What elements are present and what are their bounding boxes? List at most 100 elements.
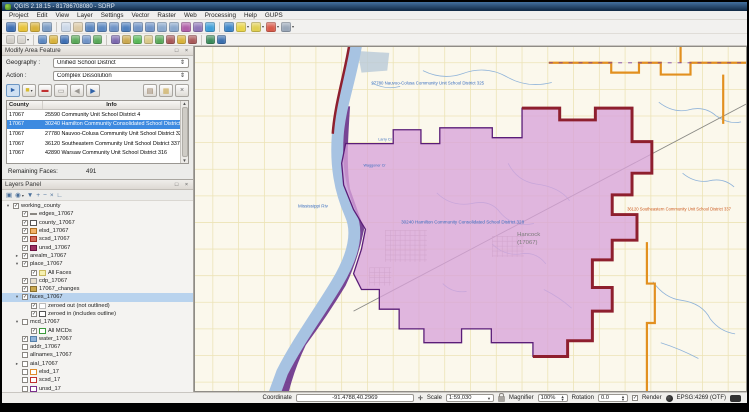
pan-hand-icon[interactable] (73, 22, 83, 32)
menu-edit[interactable]: Edit (33, 12, 52, 19)
layer-cdp-17067[interactable]: ✓cdp_17067 (2, 277, 193, 285)
layer-elsd-17[interactable]: elsd_17 (2, 368, 193, 376)
layer-arealm-17067[interactable]: ▸✓arealm_17067 (2, 252, 193, 260)
zoom-out-icon[interactable] (97, 22, 107, 32)
close-panel-icon[interactable]: × (183, 48, 190, 54)
expander-icon[interactable]: ▾ (14, 294, 20, 300)
layer-water-17067[interactable]: ✓water_17067 (2, 335, 193, 343)
crs-globe-icon[interactable] (666, 395, 673, 402)
menu-settings[interactable]: Settings (97, 12, 128, 19)
menu-web[interactable]: Web (180, 12, 201, 19)
zoom-in-icon[interactable] (85, 22, 95, 32)
pencil-edit-icon[interactable] (30, 22, 40, 32)
identify-icon[interactable] (224, 22, 234, 32)
geocode-icon[interactable] (206, 35, 215, 44)
zoom-native-icon[interactable] (109, 22, 119, 32)
measure-icon[interactable]: ▾ (281, 22, 294, 32)
filter-legend-icon[interactable]: ▼ (27, 192, 33, 199)
open-project-icon[interactable] (155, 35, 164, 44)
layer-elsd-17067[interactable]: ✓elsd_17067 (2, 227, 193, 235)
spinner-icon[interactable]: ▲▼ (621, 395, 625, 401)
layer-all-mcds[interactable]: ✓All MCDs (2, 326, 193, 334)
touch-zoom-icon[interactable] (61, 22, 71, 32)
layer-checkbox[interactable] (22, 377, 28, 383)
undock-icon[interactable]: □ (173, 48, 180, 54)
remove-layer-icon[interactable]: × (50, 192, 54, 199)
menu-layer[interactable]: Layer (73, 12, 97, 19)
layer-zeroed-out-not-outlined[interactable]: ✓zeroed out (not outlined) (2, 302, 193, 310)
layer-allnames-17067[interactable]: allnames_17067 (2, 351, 193, 359)
exit-module-icon[interactable] (188, 35, 197, 44)
import-icon[interactable] (166, 35, 175, 44)
layer-checkbox[interactable]: ✓ (22, 211, 28, 217)
expander-icon[interactable]: ▸ (14, 361, 20, 367)
table-header[interactable]: County Info (7, 101, 180, 110)
layer-checkbox[interactable]: ✓ (22, 336, 28, 342)
column-county[interactable]: County (7, 101, 43, 109)
select-arrow-icon[interactable] (6, 35, 15, 44)
zoom-next-icon[interactable] (169, 22, 179, 32)
save-icon[interactable] (6, 22, 16, 32)
summary-button[interactable]: ▤ (143, 84, 157, 97)
new-bookmark-icon[interactable] (181, 22, 191, 32)
layer-checkbox[interactable]: ✓ (31, 328, 37, 334)
layer-checkbox[interactable]: ✓ (22, 236, 28, 242)
address-review-icon[interactable] (122, 35, 131, 44)
layer-checkbox[interactable] (22, 352, 28, 358)
layer-unsd-17067[interactable]: ✓unsd_17067 (2, 243, 193, 251)
layer-all-faces[interactable]: ✓All Faces (2, 268, 193, 276)
layer-checkbox[interactable]: ✓ (22, 261, 28, 267)
rotation-input[interactable]: 0.0 ▲▼ (598, 394, 628, 402)
expander-icon[interactable]: ▸ (14, 253, 20, 259)
pan-map-icon[interactable] (42, 22, 52, 32)
mouse-position-icon[interactable]: ✛ (418, 395, 423, 402)
scroll-thumb[interactable] (182, 107, 188, 157)
validate-icon[interactable] (133, 35, 142, 44)
layer-checkbox[interactable]: ✓ (22, 286, 28, 292)
layer-unsd-17[interactable]: unsd_17 (2, 385, 193, 392)
table-scrollbar[interactable]: ▲ ▼ (180, 101, 188, 163)
expand-all-icon[interactable]: + (36, 192, 40, 199)
lock-scale-icon[interactable] (498, 396, 505, 402)
layer-checkbox[interactable] (22, 369, 28, 375)
layer-checkbox[interactable] (22, 344, 28, 350)
attributes-button[interactable]: ▦ (159, 84, 173, 97)
coordinate-input[interactable]: -91.4788,40.2969 (296, 394, 414, 402)
layer-checkbox[interactable]: ✓ (31, 270, 37, 276)
deselect-features-icon[interactable]: ▾ (251, 22, 264, 32)
undock-icon[interactable]: □ (173, 182, 180, 188)
snapping-options-icon[interactable]: ▾ (17, 35, 29, 44)
current-edits-icon[interactable] (38, 35, 47, 44)
layer-order-icon[interactable]: ∟ (57, 192, 63, 199)
layer-checkbox[interactable]: ✓ (22, 228, 28, 234)
column-info[interactable]: Info (43, 101, 180, 109)
table-row[interactable]: 1706727780 Nauvoo-Colusa Community Unit … (7, 129, 180, 139)
layer-checkbox[interactable]: ✓ (22, 253, 28, 259)
table-row[interactable]: 1706725590 Community Unit School Distric… (7, 110, 180, 120)
spinner-icon[interactable]: ▲▼ (561, 395, 565, 401)
add-group-icon[interactable]: ▣ (6, 191, 12, 199)
layer-place-17067[interactable]: ▾✓place_17067 (2, 260, 193, 268)
layer-checkbox[interactable]: ✓ (13, 203, 19, 209)
layer-edges-17067[interactable]: ✓edges_17067 (2, 210, 193, 218)
layer-checkbox[interactable]: ✓ (22, 245, 28, 251)
layer-scsd-17[interactable]: scsd_17 (2, 376, 193, 384)
layer-checkbox[interactable]: ✓ (22, 278, 28, 284)
previous-button[interactable]: ◀ (70, 84, 84, 97)
expander-icon[interactable]: ▾ (14, 319, 20, 325)
menu-vector[interactable]: Vector (128, 12, 154, 19)
layer-county-17067[interactable]: ✓county_17067 (2, 219, 193, 227)
expander-icon[interactable]: ▾ (14, 261, 20, 267)
layer-checkbox[interactable] (22, 319, 28, 325)
layer-checkbox[interactable]: ✓ (31, 311, 37, 317)
modify-line-button[interactable]: ▬ (38, 84, 52, 97)
map-theme-icon[interactable] (18, 22, 28, 32)
zoom-full-icon[interactable] (121, 22, 131, 32)
zoom-layer-icon[interactable] (145, 22, 155, 32)
layer-checkbox[interactable]: ✓ (22, 294, 28, 300)
messages-icon[interactable] (730, 395, 741, 402)
add-feature-icon[interactable] (71, 35, 80, 44)
refresh-icon[interactable] (205, 22, 215, 32)
layer-faces-17067[interactable]: ▾✓faces_17067 (2, 293, 193, 301)
save-edits-icon[interactable] (60, 35, 69, 44)
